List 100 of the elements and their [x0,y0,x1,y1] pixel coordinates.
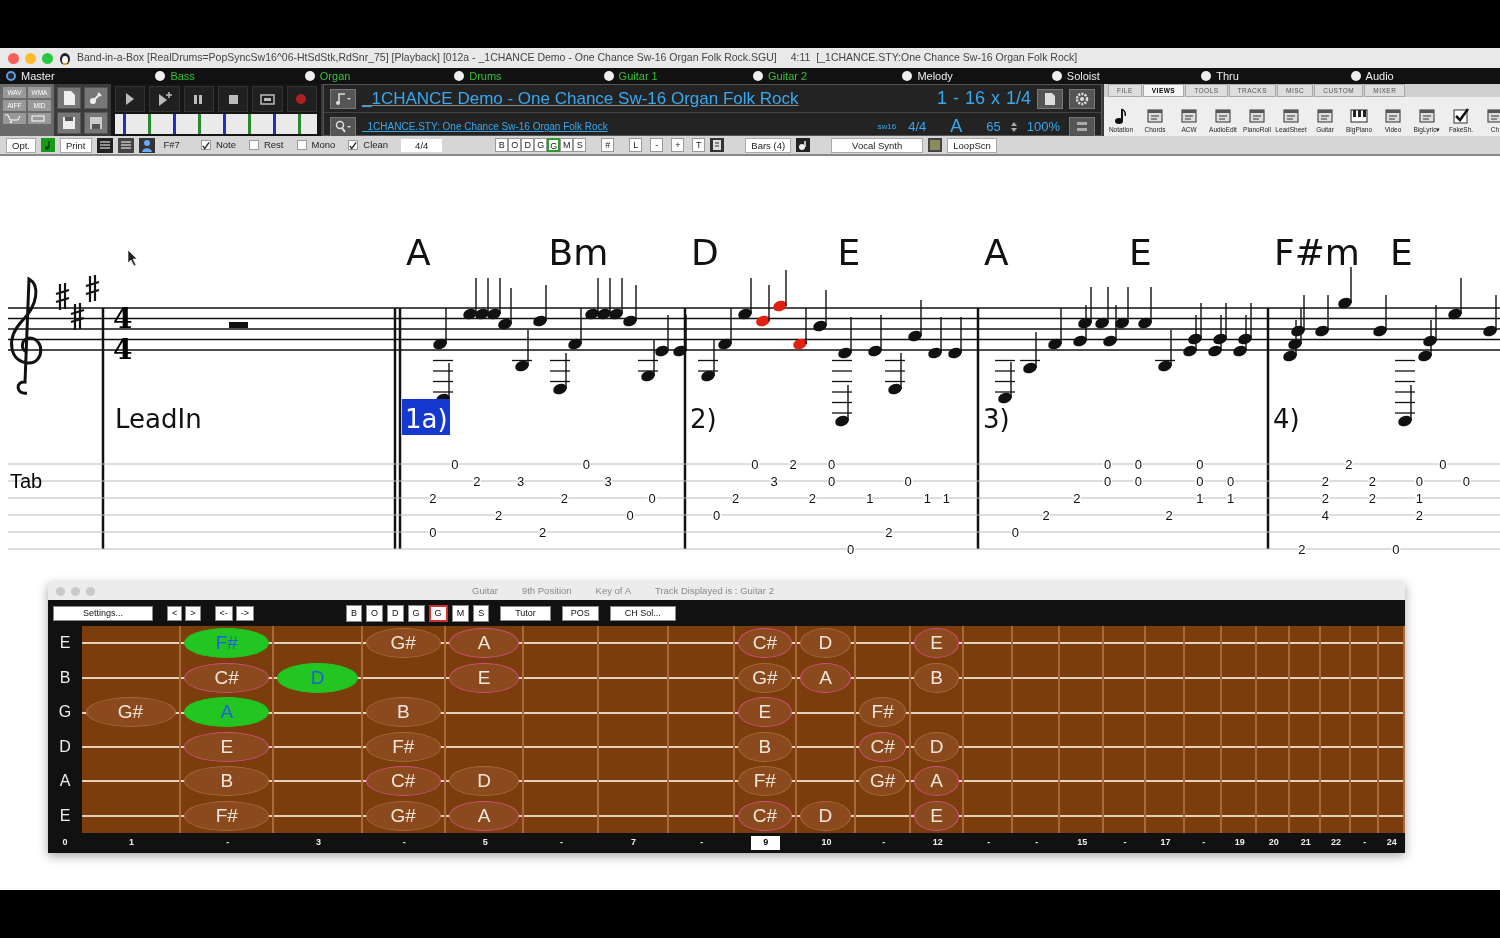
fret-cell[interactable] [524,626,599,661]
track-filter-button[interactable]: G [534,138,548,152]
fret-cell[interactable] [1290,626,1322,661]
track-radio[interactable] [304,71,315,82]
checkbox[interactable] [200,140,211,150]
fret-cell[interactable] [963,798,1014,833]
nav-button[interactable]: < [167,605,183,621]
fret-cell[interactable] [82,798,181,833]
fretboard-button[interactable]: POS [561,605,599,621]
track-filter-button[interactable]: O [366,604,384,622]
loop-button[interactable] [252,86,283,112]
track-filter-button[interactable]: S [573,138,587,152]
play-from-bar-button[interactable] [149,86,180,112]
fret-cell[interactable] [1060,626,1105,661]
checkbox[interactable] [296,140,307,150]
track-radio[interactable] [603,71,614,82]
lyrics-button[interactable] [710,138,725,152]
fret-cell[interactable] [82,626,181,661]
track-filter-button[interactable]: D [387,604,404,622]
bar-label[interactable]: 1a) [402,399,450,435]
track-radio[interactable] [902,71,913,82]
nav-button[interactable]: -> [235,605,255,621]
track-filter-button[interactable]: G [547,138,561,152]
list-view-button[interactable] [96,137,113,153]
fret-cell[interactable] [1104,626,1146,661]
notation-tool-button[interactable]: # [601,138,615,152]
fret-cell[interactable] [1145,626,1186,661]
checkbox-label[interactable]: Clean [363,137,389,153]
track-filter-button[interactable]: B [346,604,363,622]
fret-cell[interactable] [598,798,669,833]
track-filter-button[interactable]: O [508,138,522,152]
track-label[interactable]: Bass [170,68,195,85]
fretboard-button[interactable]: CH Sol... [609,605,676,621]
nav-button[interactable]: > [185,605,201,621]
notation-tool-button[interactable]: T [692,138,706,152]
track-radio[interactable] [454,71,465,82]
track-radio[interactable] [1350,71,1361,82]
fret-cell[interactable] [1185,626,1223,661]
play-button[interactable] [115,86,146,112]
track-radio[interactable] [6,71,16,82]
checkbox[interactable] [248,140,259,150]
fret-cell[interactable] [855,626,912,661]
track-filter-button[interactable]: G [428,604,448,622]
fret-cell[interactable] [1290,798,1322,833]
checkbox-label[interactable]: Mono [311,137,336,153]
track-filter-button[interactable]: M [560,138,574,152]
sheet-button[interactable] [1037,88,1063,109]
fret-cell[interactable] [274,626,363,661]
chord-builder-button[interactable] [40,138,55,152]
track-label[interactable]: Drums [469,68,502,85]
track-label[interactable]: Guitar 1 [618,68,658,85]
fret-cell[interactable] [1013,798,1061,833]
checkbox[interactable] [348,140,359,150]
fret-cell[interactable] [1321,798,1351,833]
loop-scan-button[interactable]: LoopScn [947,137,997,153]
notation-tool-button[interactable]: L [629,138,643,152]
stop-button[interactable] [218,86,249,112]
new-song-button[interactable] [57,87,81,109]
fret-cell[interactable] [963,626,1014,661]
track-filter-button[interactable]: D [521,138,535,152]
image-button[interactable] [928,138,943,152]
fret-cell[interactable] [1378,626,1405,661]
time-signature-value[interactable]: 4/4 [905,116,930,137]
checkbox-label[interactable]: Rest [263,137,284,153]
track-label[interactable]: Thru [1216,68,1239,85]
fret-cell[interactable] [598,626,669,661]
track-label[interactable]: Melody [917,68,953,85]
track-label[interactable]: Master [21,68,55,85]
settings-button[interactable] [1069,88,1095,109]
fret-cell[interactable] [1013,626,1061,661]
fret-cell[interactable] [1257,626,1291,661]
fret-cell[interactable] [1104,798,1146,833]
tempo-value[interactable]: 65 [983,116,1004,137]
fret-cell[interactable] [274,798,363,833]
harmony-button[interactable] [796,138,811,152]
close-button[interactable] [8,52,19,64]
notation-tool-button[interactable]: + [671,138,685,152]
fret-cell[interactable] [1222,626,1258,661]
fret-cell[interactable] [1060,798,1105,833]
fret-cell[interactable] [668,626,735,661]
fret-cell[interactable] [1222,798,1258,833]
track-label[interactable]: Soloist [1066,68,1100,85]
save-as-button[interactable] [84,112,108,134]
volume-value[interactable]: 100% [1023,116,1063,137]
bar-label[interactable]: 4) [1273,404,1300,434]
save-button[interactable] [57,112,81,134]
time-signature-field[interactable]: 4/4 [401,138,443,152]
style-menu-button[interactable] [330,116,356,137]
notation-tool-button[interactable]: - [650,138,664,152]
track-radio[interactable] [1201,71,1212,82]
mixer-button[interactable] [1069,116,1095,137]
fretboard-button[interactable]: Tutor [500,605,551,621]
options-button[interactable]: Opt. [6,137,36,153]
fret-cell[interactable] [668,798,735,833]
fret-cell[interactable] [524,798,599,833]
track-label[interactable]: Guitar 2 [768,68,808,85]
track-label[interactable]: Audio [1365,68,1394,85]
fret-cell[interactable] [1321,626,1351,661]
track-radio[interactable] [155,71,166,82]
track-filter-button[interactable]: G [407,604,425,622]
